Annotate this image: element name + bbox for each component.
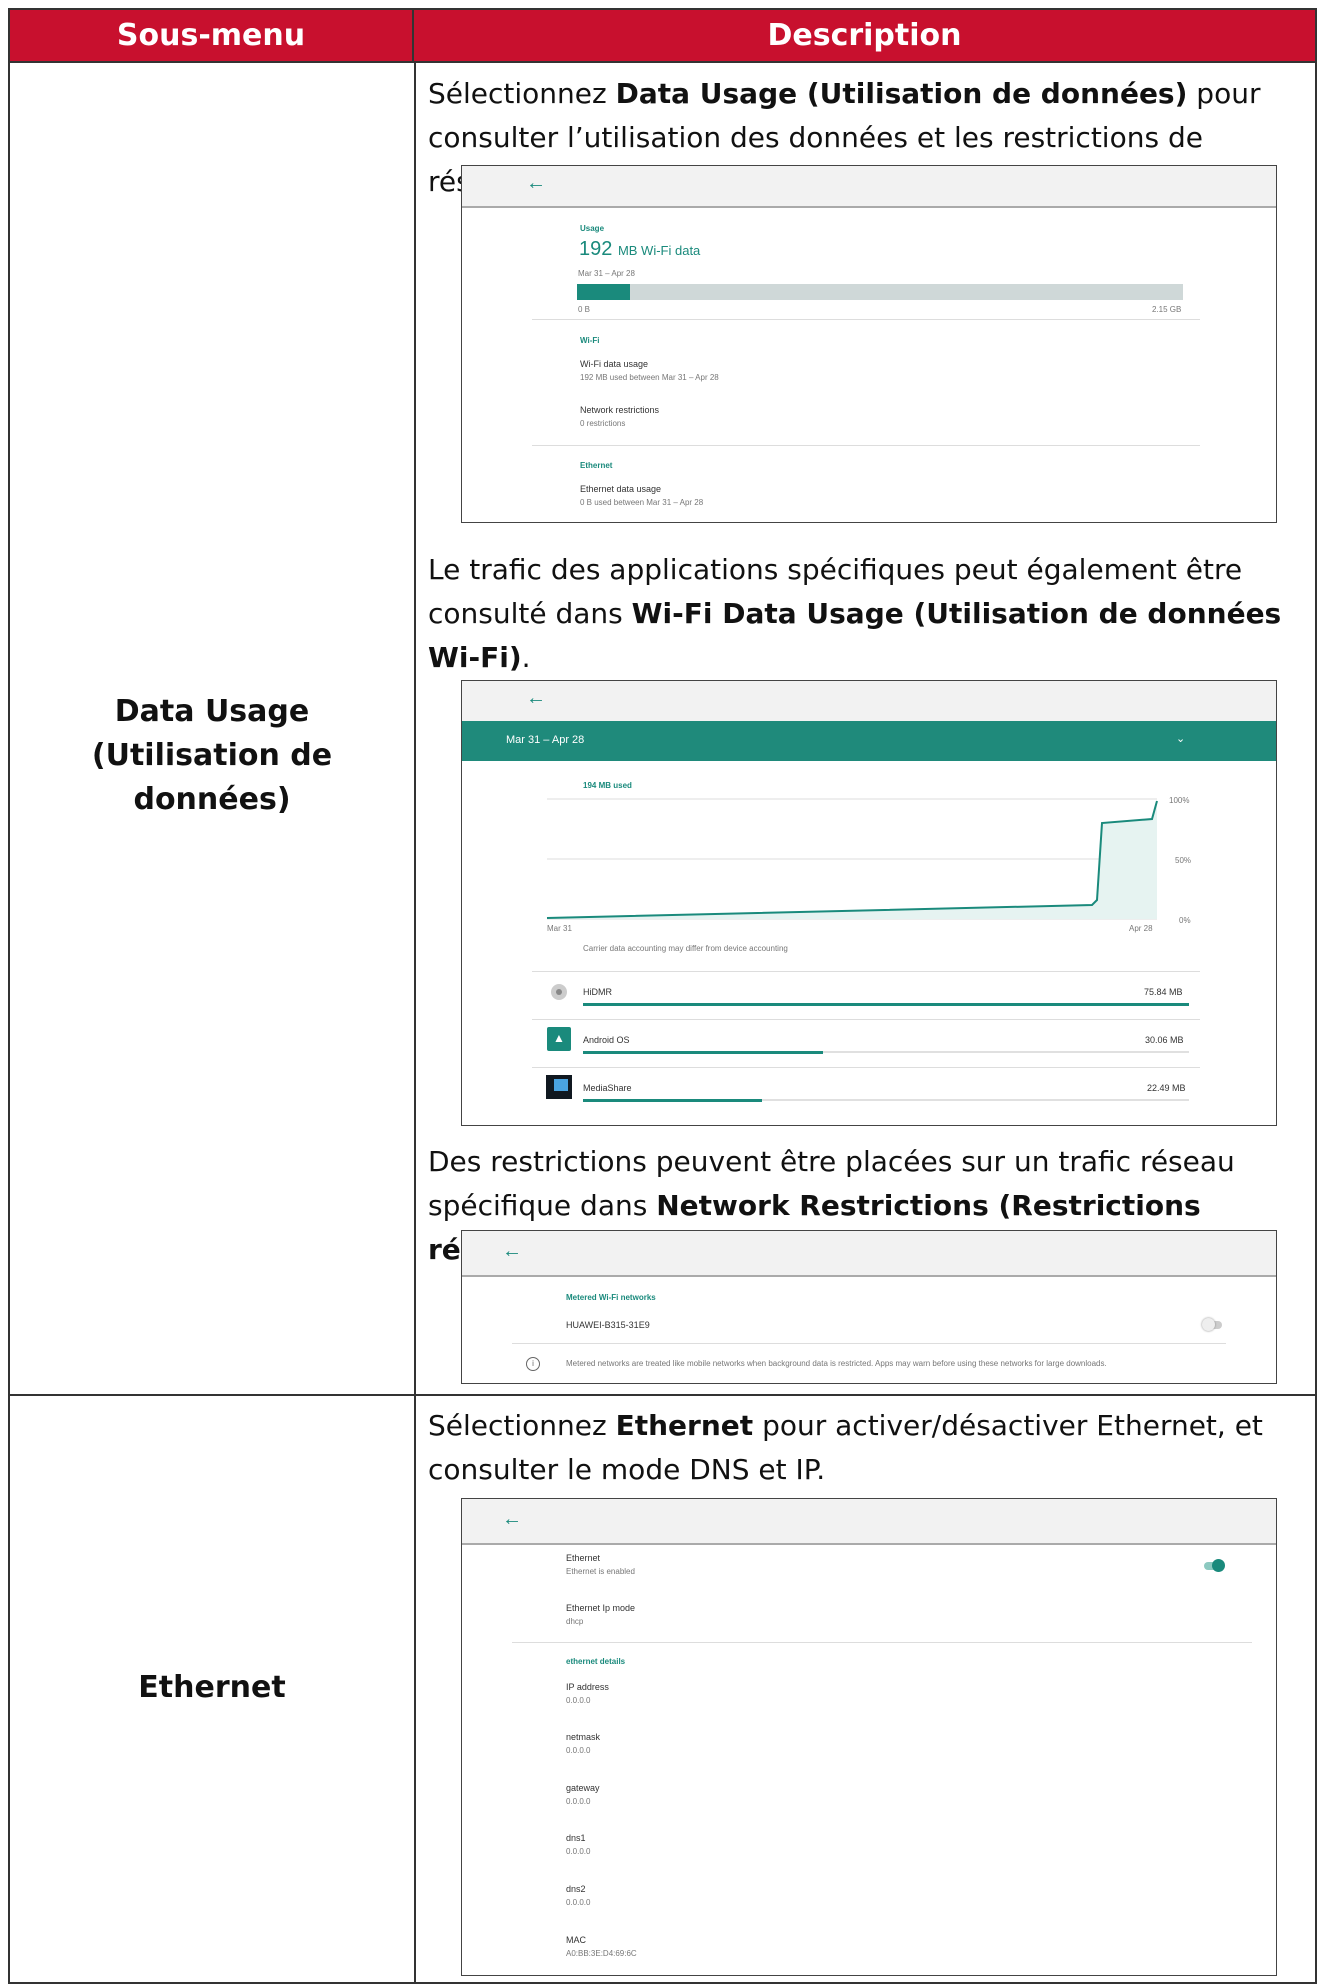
y-tick-100: 100% (1169, 796, 1190, 805)
android-os-app-icon: ▲ (547, 1027, 571, 1051)
wifi-data-usage-title[interactable]: Wi-Fi data usage (580, 359, 648, 369)
wifi-section: Wi-Fi (580, 336, 600, 345)
carrier-note: Carrier data accounting may differ from … (583, 944, 788, 953)
ethernet-screenshot: ← Ethernet Ethernet is enabled Ethernet … (461, 1498, 1277, 1976)
row-label-line2: (Utilisation de données) (91, 738, 333, 817)
usage-bar-fill (577, 284, 630, 300)
x-tick-end: Apr 28 (1129, 924, 1153, 933)
app-bar: ← (462, 1499, 1276, 1545)
back-arrow-icon[interactable]: ← (526, 172, 546, 195)
ip-mode-title[interactable]: Ethernet Ip mode (566, 1603, 635, 1613)
app-name: HiDMR (583, 987, 612, 997)
mac-value: A0:BB:3E:D4:69:6C (566, 1949, 637, 1958)
ethernet-title[interactable]: Ethernet (566, 1553, 600, 1563)
usage-bar-min: 0 B (578, 305, 591, 314)
ethernet-data-usage-title[interactable]: Ethernet data usage (580, 484, 661, 494)
settings-table: Sous-menu Description Data Usage (Utilis… (8, 8, 1317, 1984)
ethernet-details-section: ethernet details (566, 1657, 626, 1666)
row-label-data-usage: Data Usage (Utilisation de données) (10, 690, 414, 822)
divider (532, 445, 1200, 446)
network-restrictions-title[interactable]: Network restrictions (580, 405, 659, 415)
info-icon: i (526, 1357, 540, 1371)
divider (512, 1343, 1226, 1344)
row-label-line1: Data Usage (114, 694, 310, 729)
ip-address-value: 0.0.0.0 (566, 1696, 591, 1705)
toggle-knob (1212, 1559, 1225, 1572)
back-arrow-icon[interactable]: ← (502, 1508, 522, 1531)
wifi-usage-screenshot: ← Mar 31 – Apr 28 ⌄ 194 MB used 100% 50%… (461, 680, 1277, 1126)
mac-title: MAC (566, 1935, 586, 1945)
network-restrictions-sub: 0 restrictions (580, 419, 626, 428)
network-name: HUAWEI-B315-31E9 (566, 1320, 650, 1330)
app-usage-bar (583, 1051, 1189, 1054)
usage-period: Mar 31 – Apr 28 (578, 269, 635, 278)
app-name: Android OS (583, 1035, 630, 1045)
row-divider (10, 1394, 1315, 1396)
back-arrow-icon[interactable]: ← (526, 687, 546, 710)
dns1-title: dns1 (566, 1833, 586, 1843)
network-restrictions-screenshot: ← Metered Wi-Fi networks HUAWEI-B315-31E… (461, 1230, 1277, 1384)
x-tick-start: Mar 31 (547, 924, 572, 933)
dns2-value: 0.0.0.0 (566, 1898, 591, 1907)
metered-toggle[interactable] (1202, 1318, 1222, 1331)
divider (532, 1019, 1200, 1020)
usage-area (547, 801, 1157, 919)
toggle-knob (1202, 1318, 1215, 1331)
app-bar: ← (462, 1231, 1276, 1277)
app-bar: ← (462, 681, 1276, 721)
ethernet-intro: Sélectionnez Ethernet pour activer/désac… (428, 1409, 1263, 1486)
usage-bar-max: 2.15 GB (1152, 305, 1182, 314)
wifi-data-usage-sub: 192 MB used between Mar 31 – Apr 28 (580, 373, 719, 382)
ethernet-toggle[interactable] (1204, 1559, 1225, 1572)
app-name: MediaShare (583, 1083, 632, 1093)
app-size: 22.49 MB (1147, 1083, 1186, 1093)
column-divider (414, 63, 416, 1984)
metered-section: Metered Wi-Fi networks (566, 1293, 656, 1302)
netmask-title: netmask (566, 1732, 601, 1742)
app-usage-bar (583, 1099, 1189, 1102)
header-submenu: Sous-menu (10, 10, 414, 61)
gateway-title: gateway (566, 1783, 600, 1793)
app-bar: ← (462, 166, 1276, 208)
gateway-value: 0.0.0.0 (566, 1797, 591, 1806)
table-header: Sous-menu Description (10, 10, 1315, 63)
app-usage-fill (583, 1099, 763, 1102)
chevron-down-icon[interactable]: ⌄ (1176, 732, 1185, 745)
app-size: 30.06 MB (1145, 1035, 1184, 1045)
app-usage-bar (583, 1003, 1189, 1006)
y-tick-0: 0% (1179, 916, 1191, 925)
ethernet-data-usage-sub: 0 B used between Mar 31 – Apr 28 (580, 498, 704, 507)
hidmr-app-icon (546, 979, 572, 1005)
y-tick-50: 50% (1175, 856, 1192, 865)
period-label: Mar 31 – Apr 28 (506, 734, 585, 746)
data-usage-screenshot: ← Usage 192 MB Wi-Fi data Mar 31 – Apr 2… (461, 165, 1277, 523)
usage-bar (577, 284, 1183, 300)
metered-info-text: Metered networks are treated like mobile… (566, 1359, 1107, 1368)
divider (532, 1067, 1200, 1068)
back-arrow-icon[interactable]: ← (502, 1240, 522, 1263)
ip-address-title: IP address (566, 1682, 609, 1692)
header-description: Description (767, 18, 962, 53)
usage-chart (546, 798, 1158, 920)
mediashare-app-icon (546, 1075, 572, 1099)
ip-mode-sub: dhcp (566, 1617, 584, 1626)
usage-amount: 192 MB Wi-Fi data (579, 238, 701, 260)
divider (532, 319, 1200, 320)
dns1-value: 0.0.0.0 (566, 1847, 591, 1856)
divider (532, 971, 1200, 972)
ethernet-section: Ethernet (580, 461, 613, 470)
netmask-value: 0.0.0.0 (566, 1746, 591, 1755)
ethernet-sub: Ethernet is enabled (566, 1567, 635, 1576)
row-label-ethernet: Ethernet (138, 1670, 286, 1705)
wifi-data-usage-paragraph: Le trafic des applications spécifiques p… (428, 553, 1282, 674)
app-usage-fill (583, 1051, 823, 1054)
app-usage-fill (583, 1003, 1189, 1006)
app-size: 75.84 MB (1144, 987, 1183, 997)
divider (512, 1642, 1252, 1643)
dns2-title: dns2 (566, 1884, 586, 1894)
usage-label: Usage (580, 224, 605, 233)
period-selector[interactable]: Mar 31 – Apr 28 ⌄ (462, 721, 1276, 761)
